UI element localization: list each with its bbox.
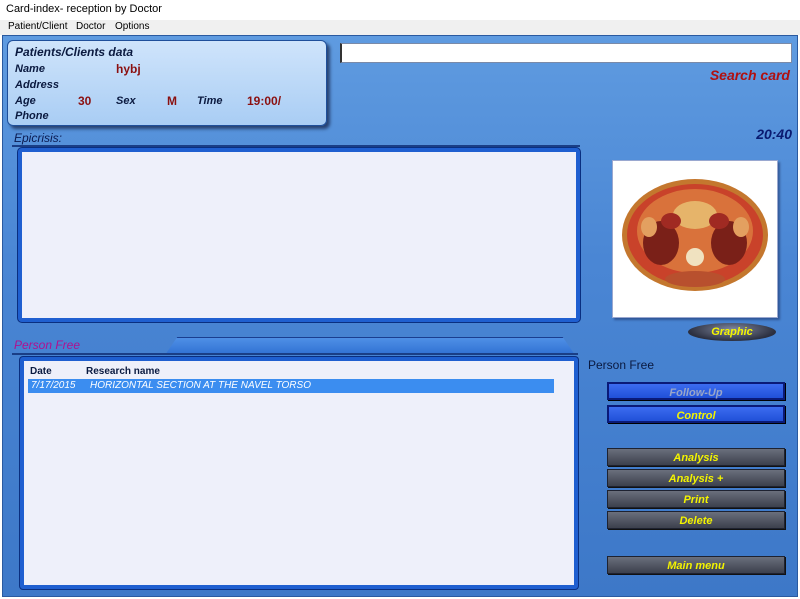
research-image-frame[interactable] xyxy=(612,160,778,318)
follow-up-button[interactable]: Follow-Up xyxy=(607,382,785,400)
graphic-button[interactable]: Graphic xyxy=(688,323,776,341)
sex-value: M xyxy=(167,94,177,108)
search-card-label: Search card xyxy=(709,67,790,83)
epicrisis-label: Epicrisis: xyxy=(14,131,63,145)
print-button[interactable]: Print xyxy=(607,490,785,508)
epicrisis-textarea[interactable] xyxy=(18,148,580,322)
patient-data-panel: Patients/Clients data Name hybj Address … xyxy=(7,40,327,126)
window-title: Card-index- reception by Doctor xyxy=(0,0,800,20)
anatomy-section-image xyxy=(622,179,768,291)
name-label: Name xyxy=(15,63,45,75)
table-row[interactable]: 7/17/2015 HORIZONTAL SECTION AT THE NAVE… xyxy=(28,379,554,393)
column-header-date[interactable]: Date xyxy=(30,366,52,377)
row-date: 7/17/2015 xyxy=(31,380,76,391)
main-menu-button[interactable]: Main menu xyxy=(607,556,785,574)
research-list: Date Research name 7/17/2015 HORIZONTAL … xyxy=(20,357,578,589)
person-free-status: Person Free xyxy=(588,358,655,372)
analysis-button[interactable]: Analysis xyxy=(607,448,785,466)
delete-button[interactable]: Delete xyxy=(607,511,785,529)
search-card-input[interactable] xyxy=(340,43,792,63)
analysis-plus-button[interactable]: Analysis + xyxy=(607,469,785,487)
menu-options[interactable]: Options xyxy=(115,21,149,32)
time-value: 19:00/ xyxy=(247,94,282,108)
phone-label: Phone xyxy=(15,110,49,122)
age-label: Age xyxy=(15,95,36,107)
row-research-name: HORIZONTAL SECTION AT THE NAVEL TORSO xyxy=(90,380,311,391)
time-label: Time xyxy=(197,95,223,107)
person-free-divider xyxy=(12,353,578,355)
sex-label: Sex xyxy=(116,95,136,107)
address-label: Address xyxy=(15,79,60,91)
patient-panel-title: Patients/Clients data xyxy=(15,45,134,59)
name-value: hybj xyxy=(116,62,141,76)
clock: 20:40 xyxy=(756,126,792,142)
age-value: 30 xyxy=(78,94,92,108)
menu-patient-client[interactable]: Patient/Client xyxy=(8,21,67,32)
column-header-research-name[interactable]: Research name xyxy=(86,366,160,377)
person-free-label: Person Free xyxy=(14,338,81,352)
control-button[interactable]: Control xyxy=(607,405,785,423)
menu-doctor[interactable]: Doctor xyxy=(76,21,105,32)
menu-bar: Patient/Client Doctor Options xyxy=(0,20,800,35)
epicrisis-divider xyxy=(12,145,580,147)
